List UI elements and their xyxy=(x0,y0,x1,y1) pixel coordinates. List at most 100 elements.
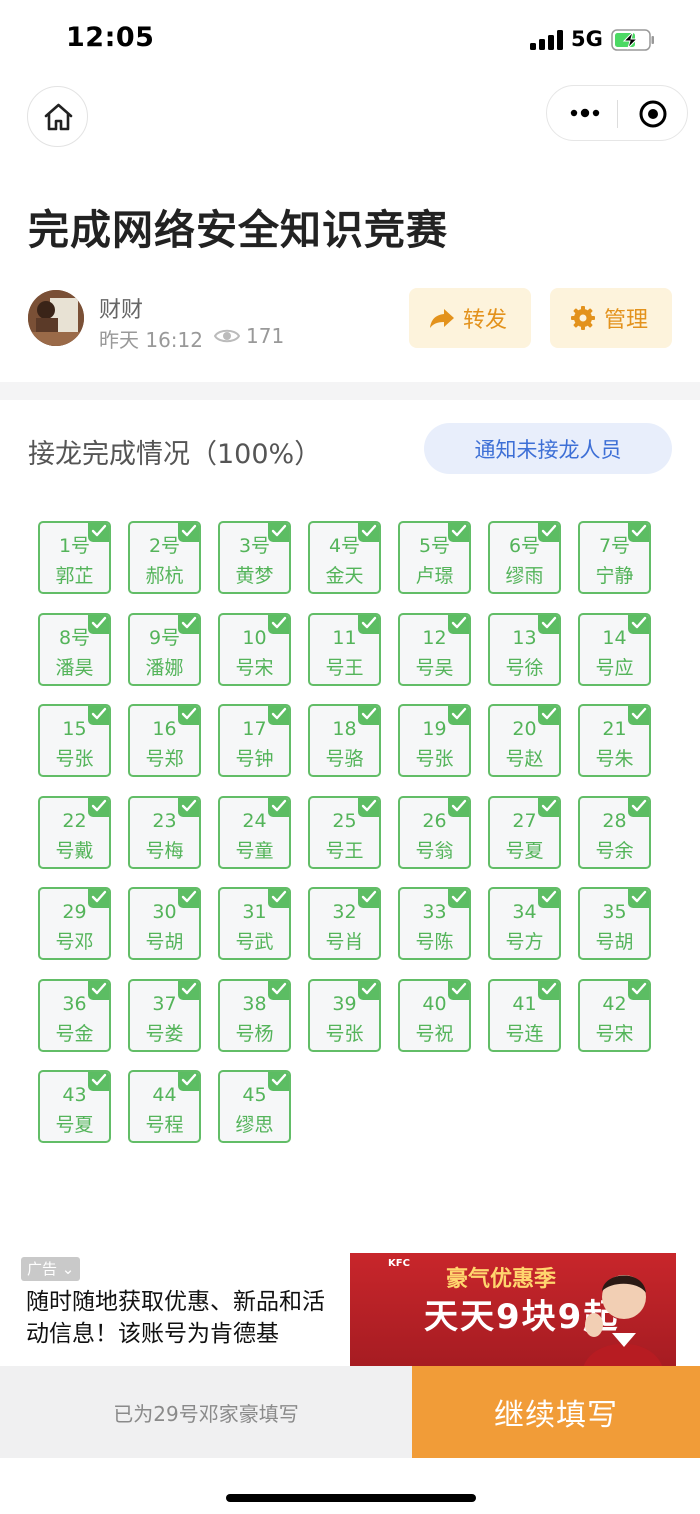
entry-cell[interactable]: 22 号戴 xyxy=(38,795,111,869)
entry-cell[interactable]: 8号 潘昊 xyxy=(38,612,111,686)
checkmark-icon xyxy=(628,797,649,817)
checkmark-icon xyxy=(268,614,289,634)
entry-cell[interactable]: 35 号胡 xyxy=(578,887,651,960)
checkmark-icon xyxy=(88,797,109,817)
entry-cell[interactable]: 32 号肖 xyxy=(308,887,381,960)
filled-note: 已为29号邓家豪填写 xyxy=(0,1366,412,1458)
checkmark-icon xyxy=(268,797,289,817)
entry-cell[interactable]: 17 号钟 xyxy=(218,704,291,777)
entry-cell[interactable]: 43 号夏 xyxy=(38,1070,111,1143)
entry-cell[interactable]: 5号 卢璟 xyxy=(398,521,471,594)
checkmark-icon xyxy=(628,889,649,908)
post-time: 昨天 16:12 xyxy=(99,328,203,352)
bottom-bar: 已为29号邓家豪填写 继续填写 xyxy=(0,1366,700,1458)
entry-cell[interactable]: 31 号武 xyxy=(218,887,291,960)
status-time: 12:05 xyxy=(66,22,155,53)
entry-cell[interactable]: 30 号胡 xyxy=(128,887,201,960)
checkmark-icon xyxy=(88,889,109,908)
checkmark-icon xyxy=(448,980,469,1000)
checkmark-icon xyxy=(538,523,559,542)
entry-cell[interactable]: 29 号邓 xyxy=(38,887,111,960)
close-target-icon[interactable] xyxy=(637,98,669,130)
checkmark-icon xyxy=(88,1072,109,1091)
home-button[interactable] xyxy=(27,86,88,147)
gear-icon xyxy=(571,306,595,330)
share-button[interactable]: 转发 xyxy=(409,288,531,348)
notify-button[interactable]: 通知未接龙人员 xyxy=(424,423,672,474)
status-bar: 12:05 5G xyxy=(0,0,700,80)
home-icon xyxy=(44,103,73,131)
checkmark-icon xyxy=(358,614,379,634)
checkmark-icon xyxy=(178,1072,199,1091)
checkmark-icon xyxy=(178,614,199,634)
entry-cell[interactable]: 16 号郑 xyxy=(128,704,201,777)
entry-cell[interactable]: 42 号宋 xyxy=(578,978,651,1052)
entry-cell[interactable]: 41 号连 xyxy=(488,978,561,1052)
checkmark-icon xyxy=(178,797,199,817)
entry-cell[interactable]: 45 缪思 xyxy=(218,1070,291,1143)
entry-cell[interactable]: 25 号王 xyxy=(308,795,381,869)
entry-cell[interactable]: 4号 金天 xyxy=(308,521,381,594)
entry-cell[interactable]: 24 号童 xyxy=(218,795,291,869)
entry-cell[interactable]: 37 号娄 xyxy=(128,978,201,1052)
kfc-logo: KFC xyxy=(388,1258,410,1269)
entry-cell[interactable]: 44 号程 xyxy=(128,1070,201,1143)
checkmark-icon xyxy=(178,706,199,725)
entry-cell[interactable]: 28 号余 xyxy=(578,795,651,869)
entry-cell[interactable]: 18 号骆 xyxy=(308,704,381,777)
checkmark-icon xyxy=(628,523,649,542)
entry-cell[interactable]: 23 号梅 xyxy=(128,795,201,869)
entry-cell[interactable]: 33 号陈 xyxy=(398,887,471,960)
entry-cell[interactable]: 39 号张 xyxy=(308,978,381,1052)
network-type: 5G xyxy=(571,27,603,51)
checkmark-icon xyxy=(268,980,289,1000)
entry-cell[interactable]: 14 号应 xyxy=(578,612,651,686)
signal-icon xyxy=(530,30,564,50)
checkmark-icon xyxy=(88,980,109,1000)
entry-cell[interactable]: 2号 郝杭 xyxy=(128,521,201,594)
entry-cell[interactable]: 21 号朱 xyxy=(578,704,651,777)
completion-title: 接龙完成情况（100%） xyxy=(28,439,322,470)
checkmark-icon xyxy=(538,980,559,1000)
entry-cell[interactable]: 6号 缪雨 xyxy=(488,521,561,594)
entry-cell[interactable]: 26 号翁 xyxy=(398,795,471,869)
eye-icon xyxy=(214,329,240,343)
manage-label: 管理 xyxy=(604,308,649,333)
entry-cell[interactable]: 15 号张 xyxy=(38,704,111,777)
entry-cell[interactable]: 10 号宋 xyxy=(218,612,291,686)
battery-icon xyxy=(611,29,654,51)
continue-button[interactable]: 继续填写 xyxy=(412,1366,700,1458)
checkmark-icon xyxy=(178,980,199,1000)
mini-program-capsule xyxy=(546,85,688,141)
entry-cell[interactable]: 34 号方 xyxy=(488,887,561,960)
checkmark-icon xyxy=(538,797,559,817)
entry-cell[interactable]: 11 号王 xyxy=(308,612,381,686)
checkmark-icon xyxy=(448,614,469,634)
more-icon[interactable] xyxy=(569,101,601,125)
checkmark-icon xyxy=(628,980,649,1000)
chevron-down-icon: ⌄ xyxy=(57,1260,75,1278)
ad-banner[interactable]: 广告 ⌄ 随时随地获取优惠、新品和活动信息！该账号为肯德基 KFC 豪气优惠季 … xyxy=(8,1240,692,1366)
entry-cell[interactable]: 7号 宁静 xyxy=(578,521,651,594)
entry-cell[interactable]: 9号 潘娜 xyxy=(128,612,201,686)
share-label: 转发 xyxy=(463,308,508,333)
entry-cell[interactable]: 40 号祝 xyxy=(398,978,471,1052)
checkmark-icon xyxy=(178,523,199,542)
entry-cell[interactable]: 12 号吴 xyxy=(398,612,471,686)
entry-cell[interactable]: 3号 黄梦 xyxy=(218,521,291,594)
home-indicator[interactable] xyxy=(226,1494,476,1502)
ad-image[interactable]: KFC 豪气优惠季 天天9块9起 xyxy=(350,1253,676,1366)
checkmark-icon xyxy=(538,614,559,634)
ad-badge[interactable]: 广告 ⌄ xyxy=(21,1257,81,1281)
checkmark-icon xyxy=(88,706,109,725)
entry-cell[interactable]: 36 号金 xyxy=(38,978,111,1052)
avatar-image xyxy=(28,290,84,346)
entry-cell[interactable]: 38 号杨 xyxy=(218,978,291,1052)
entry-cell[interactable]: 27 号夏 xyxy=(488,795,561,869)
manage-button[interactable]: 管理 xyxy=(550,288,672,348)
entry-cell[interactable]: 13 号徐 xyxy=(488,612,561,686)
entry-cell[interactable]: 1号 郭芷 xyxy=(38,521,111,594)
entry-cell[interactable]: 20 号赵 xyxy=(488,704,561,777)
entry-cell[interactable]: 19 号张 xyxy=(398,704,471,777)
avatar[interactable] xyxy=(28,290,84,346)
